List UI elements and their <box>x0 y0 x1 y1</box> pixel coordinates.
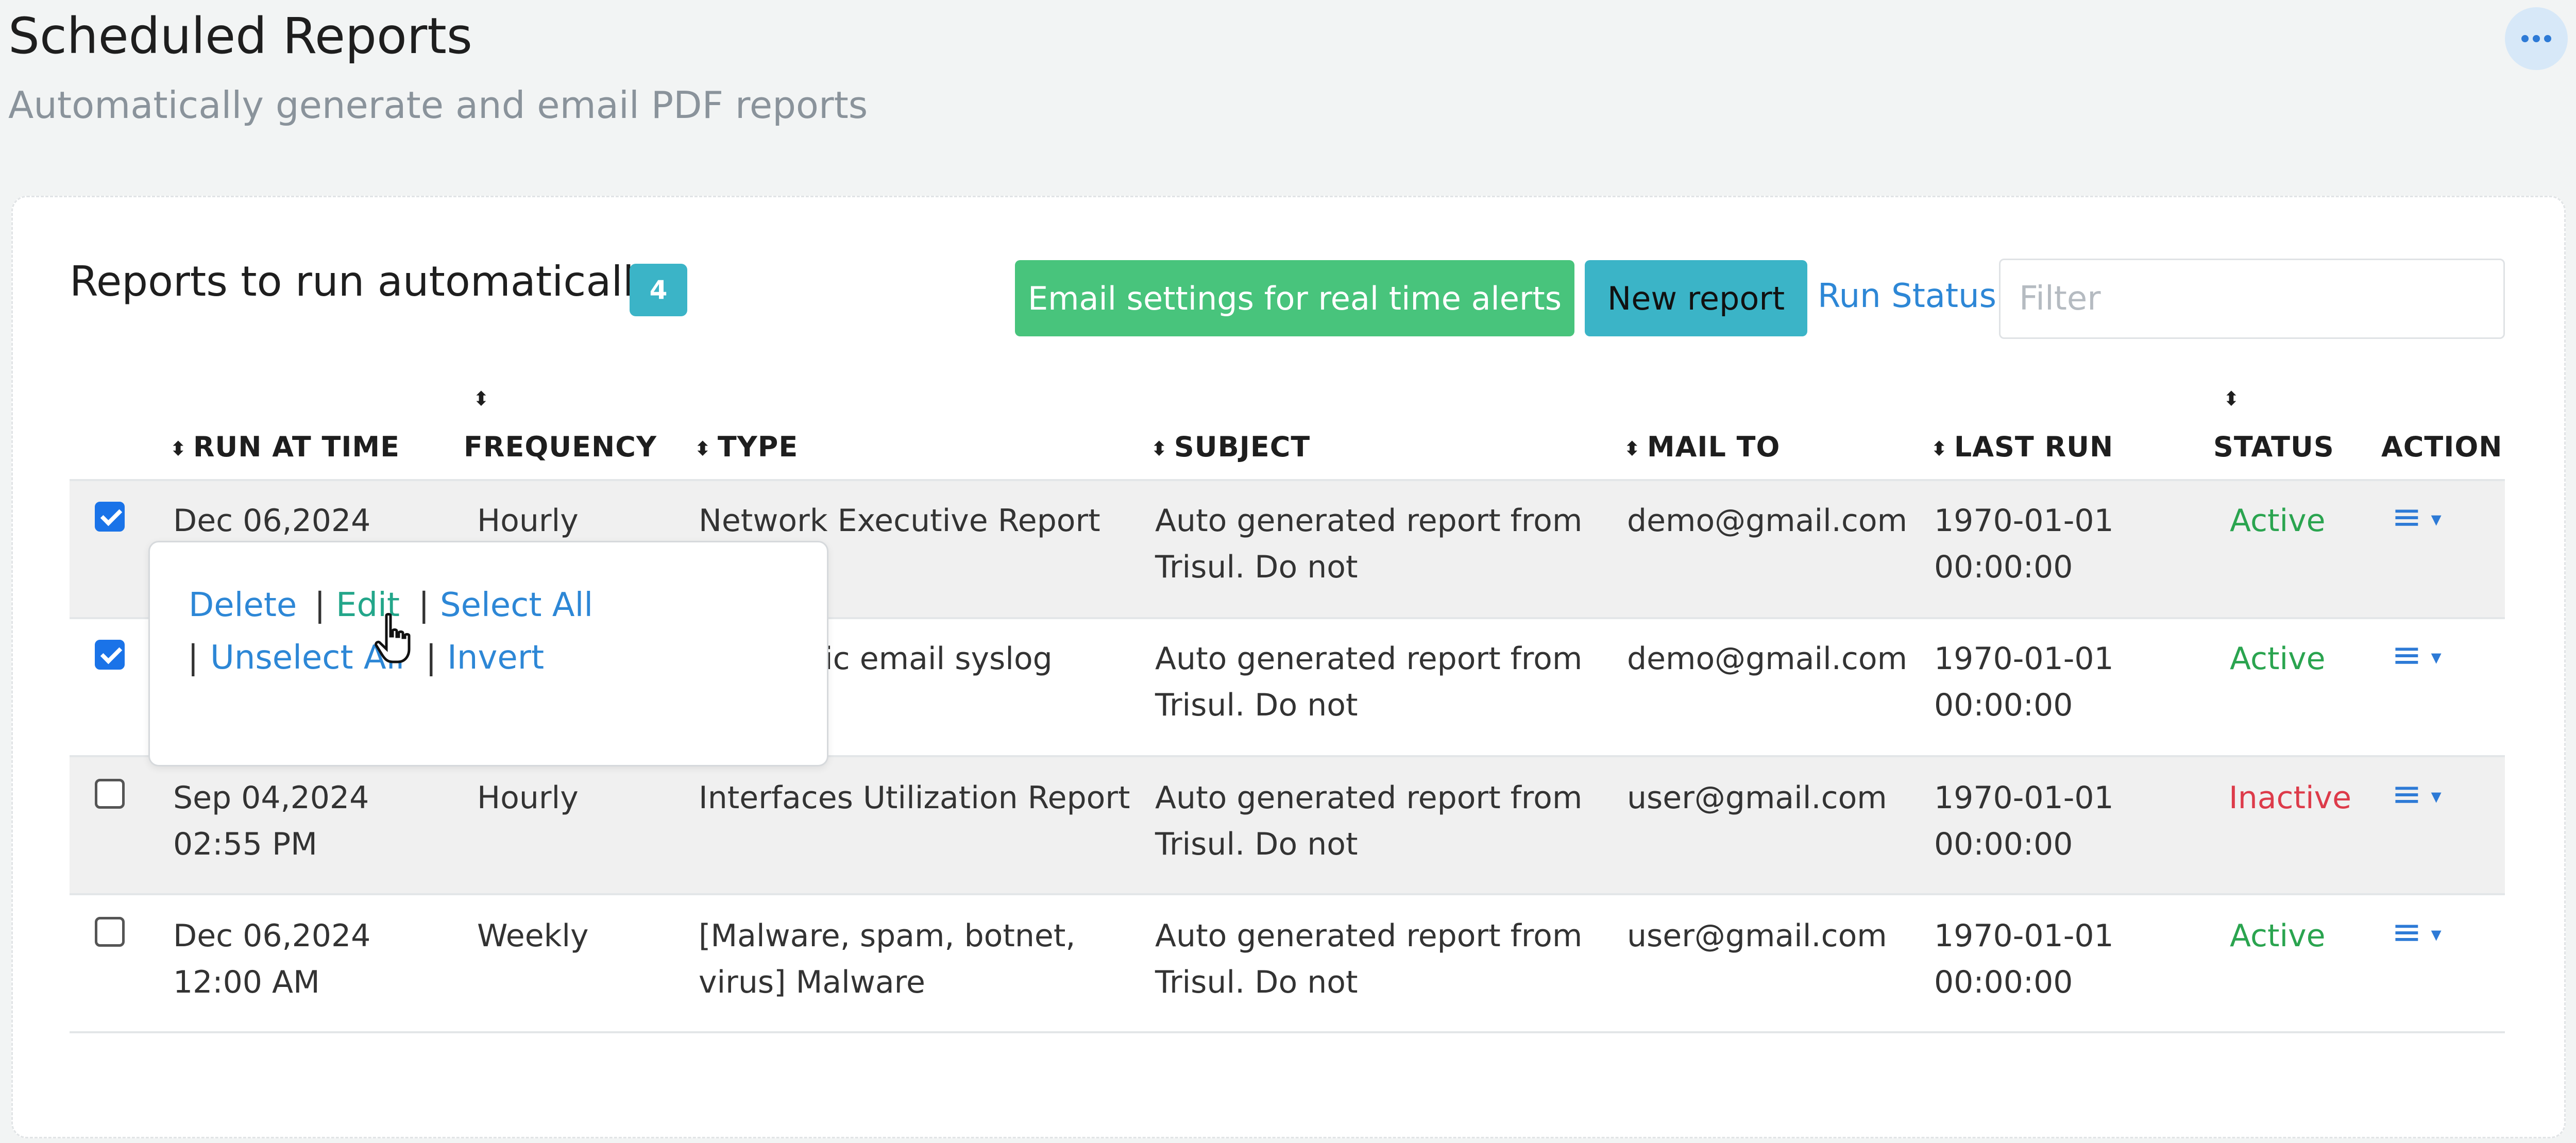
last-run-date: 1970-01-01 <box>1934 918 2114 954</box>
delete-link[interactable]: Delete <box>189 586 297 624</box>
hamburger-menu-icon: ≡ <box>2392 496 2422 538</box>
frequency: Weekly <box>477 918 589 954</box>
status-label: Inactive <box>2229 780 2352 816</box>
last-run-time: 00:00:00 <box>1934 549 2073 585</box>
run-at-date: Sep 04,2024 <box>173 780 369 816</box>
frequency: Hourly <box>477 780 579 816</box>
subject-line-1: Auto generated report from <box>1155 780 1583 816</box>
column-header-run-at-time[interactable]: ⬍ RUN AT TIME <box>170 431 400 463</box>
hamburger-menu-icon: ≡ <box>2392 911 2422 953</box>
sort-icon: ⬍ <box>1151 437 1168 460</box>
mail-to: user@gmail.com <box>1627 780 1887 816</box>
status-label: Active <box>2230 918 2326 954</box>
row-action-menu[interactable]: ≡ ▾ <box>2392 773 2442 815</box>
caret-down-icon: ▾ <box>2431 784 2442 808</box>
last-run-time: 00:00:00 <box>1934 964 2073 1000</box>
caret-down-icon: ▾ <box>2431 645 2442 669</box>
column-header-last-run[interactable]: ⬍ LAST RUN <box>1931 431 2113 463</box>
run-at-date: Dec 06,2024 <box>173 918 371 954</box>
mail-to: demo@gmail.com <box>1627 641 1908 677</box>
sort-icon: ⬍ <box>1624 437 1641 460</box>
report-type: Network Executive Report <box>699 503 1100 539</box>
separator: | <box>188 639 199 677</box>
sort-icon: ⬍ <box>170 437 187 460</box>
run-at-time: 02:55 PM <box>173 826 317 862</box>
subject-line-2: Trisul. Do not <box>1155 549 1358 585</box>
more-options-button[interactable] <box>2505 7 2568 70</box>
sort-icon: ⬍ <box>694 437 711 460</box>
separator: | <box>418 586 430 624</box>
new-report-button[interactable]: New report <box>1585 260 1807 336</box>
frequency: Hourly <box>477 503 579 539</box>
subject-line-1: Auto generated report from <box>1155 918 1583 954</box>
report-type-line-1: [Malware, spam, botnet, <box>699 918 1076 954</box>
run-at-time: 12:00 AM <box>173 964 320 1000</box>
caret-down-icon: ▾ <box>2431 507 2442 531</box>
hamburger-menu-icon: ≡ <box>2392 773 2422 815</box>
separator: | <box>426 639 437 677</box>
report-count-badge: 4 <box>630 264 687 316</box>
subject-line-2: Trisul. Do not <box>1155 687 1358 723</box>
sort-icon: ⬍ <box>1931 437 1948 460</box>
hand-pointer-icon <box>375 613 411 663</box>
row-action-menu[interactable]: ≡ ▾ <box>2392 634 2442 676</box>
mail-to: user@gmail.com <box>1627 918 1887 954</box>
row-checkbox[interactable] <box>95 779 125 809</box>
table-bottom-border <box>70 1031 2505 1033</box>
card-title: Reports to run automatically <box>70 258 659 305</box>
mail-to: demo@gmail.com <box>1627 503 1908 539</box>
column-header-type[interactable]: ⬍ TYPE <box>694 431 798 463</box>
email-settings-button[interactable]: Email settings for real time alerts <box>1015 260 1574 336</box>
caret-down-icon: ▾ <box>2431 922 2442 946</box>
row-action-menu[interactable]: ≡ ▾ <box>2392 496 2442 538</box>
select-all-link[interactable]: Select All <box>440 586 593 624</box>
last-run-date: 1970-01-01 <box>1934 780 2114 816</box>
report-type-line-2: virus] Malware <box>699 964 925 1000</box>
last-run-time: 00:00:00 <box>1934 826 2073 862</box>
sort-icon[interactable]: ⬍ <box>473 387 489 410</box>
row-action-menu[interactable]: ≡ ▾ <box>2392 911 2442 953</box>
status-label: Active <box>2230 503 2326 539</box>
sort-icon[interactable]: ⬍ <box>2223 387 2240 410</box>
status-label: Active <box>2230 641 2326 677</box>
run-at-time: Dec 06,2024 <box>173 503 371 539</box>
column-header-mail-to[interactable]: ⬍ MAIL TO <box>1624 431 1780 463</box>
column-header-action: ACTION <box>2381 431 2503 463</box>
last-run-time: 00:00:00 <box>1934 687 2073 723</box>
subject-line-2: Trisul. Do not <box>1155 964 1358 1000</box>
column-header-status[interactable]: STATUS <box>2213 431 2334 463</box>
report-type: ic email syslog <box>824 641 1053 677</box>
subject-line-1: Auto generated report from <box>1155 503 1583 539</box>
separator: | <box>314 586 326 624</box>
run-status-link[interactable]: Run Status <box>1818 277 1996 315</box>
row-checkbox[interactable] <box>95 917 125 947</box>
last-run-date: 1970-01-01 <box>1934 503 2114 539</box>
filter-input[interactable] <box>1999 259 2505 339</box>
row-checkbox[interactable] <box>95 502 125 532</box>
last-run-date: 1970-01-01 <box>1934 641 2114 677</box>
page-subtitle: Automatically generate and email PDF rep… <box>8 83 868 127</box>
subject-line-1: Auto generated report from <box>1155 641 1583 677</box>
page-title: Scheduled Reports <box>8 7 472 65</box>
column-header-subject[interactable]: ⬍ SUBJECT <box>1151 431 1310 463</box>
column-header-frequency[interactable]: FREQUENCY <box>464 431 657 463</box>
hamburger-menu-icon: ≡ <box>2392 634 2422 676</box>
subject-line-2: Trisul. Do not <box>1155 826 1358 862</box>
invert-link[interactable]: Invert <box>447 639 544 677</box>
ellipsis-icon <box>2521 35 2529 42</box>
report-type: Interfaces Utilization Report <box>699 780 1130 816</box>
row-checkbox[interactable] <box>95 640 125 670</box>
